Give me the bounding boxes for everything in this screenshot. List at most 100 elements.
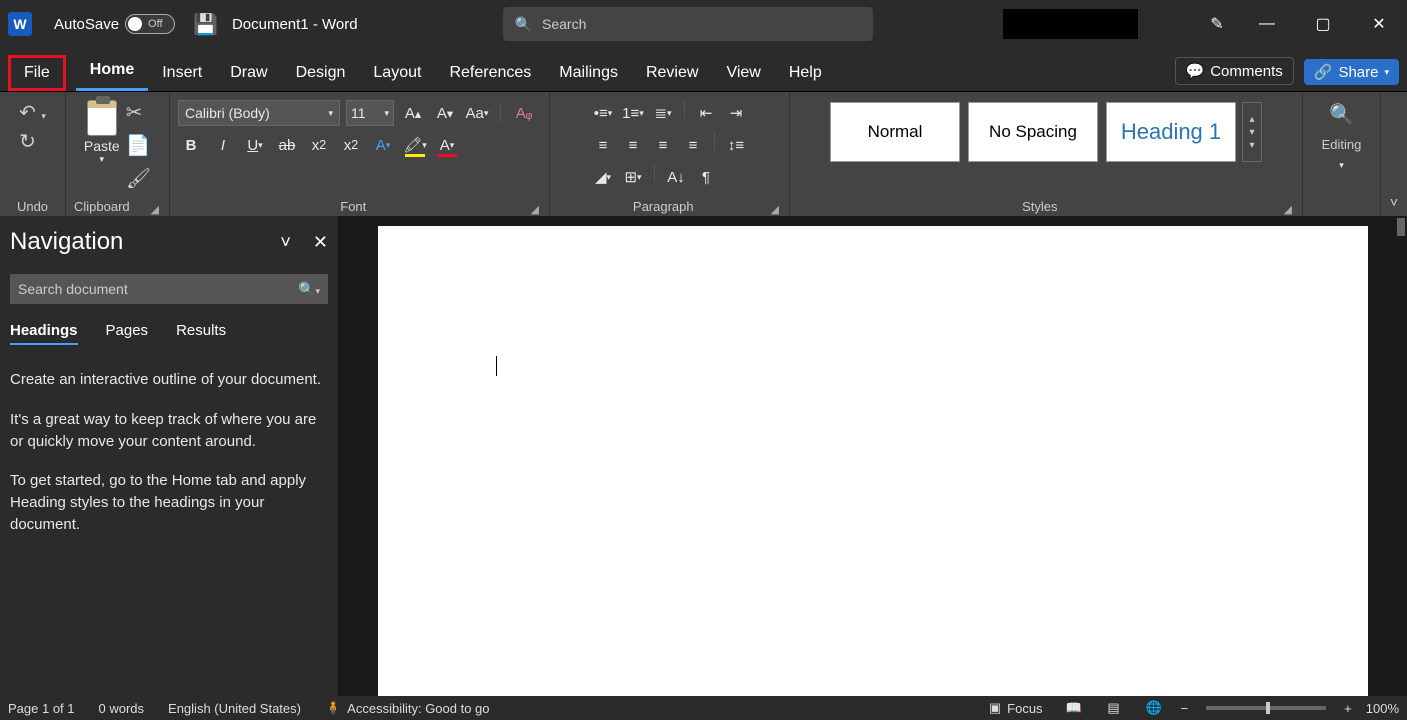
sort-button[interactable]: A↓: [663, 164, 689, 190]
tab-design[interactable]: Design: [282, 55, 360, 91]
borders-button[interactable]: ⊞▾: [620, 164, 646, 190]
tab-view[interactable]: View: [712, 55, 774, 91]
italic-button[interactable]: I: [210, 132, 236, 158]
group-font: Calibri (Body)▾ 11▾ A▴ A▾ Aa▾ Aᵩ B I U▾ …: [170, 92, 550, 216]
comments-button[interactable]: 💬 Comments: [1175, 57, 1294, 85]
collapse-ribbon-button[interactable]: ˅: [1381, 92, 1407, 216]
tab-file[interactable]: File: [8, 55, 66, 91]
paragraph-group-label: Paragraph: [633, 195, 694, 216]
font-launcher[interactable]: ◢: [529, 203, 541, 216]
navigation-pane: Navigation ˅ ✕ Search document 🔍▾ Headin…: [0, 216, 338, 696]
paragraph-launcher[interactable]: ◢: [769, 203, 781, 216]
align-center-button[interactable]: ≡: [620, 132, 646, 158]
styles-group-label: Styles: [1022, 195, 1057, 216]
justify-button[interactable]: ≡: [680, 132, 706, 158]
style-normal[interactable]: Normal: [830, 102, 960, 162]
redo-button[interactable]: ↻: [19, 129, 36, 154]
underline-button[interactable]: U▾: [242, 132, 268, 158]
chevron-down-icon[interactable]: ▾: [1339, 160, 1344, 171]
clear-formatting-button[interactable]: Aᵩ: [511, 100, 537, 126]
styles-scroll[interactable]: ▴▾▾: [1242, 102, 1262, 162]
nav-collapse-icon[interactable]: ˅: [280, 232, 291, 253]
increase-font-button[interactable]: A▴: [400, 100, 426, 126]
tab-review[interactable]: Review: [632, 55, 712, 91]
zoom-in-button[interactable]: +: [1344, 701, 1352, 716]
nav-search-box[interactable]: Search document 🔍▾: [10, 274, 328, 304]
font-group-label: Font: [340, 195, 366, 216]
style-no-spacing[interactable]: No Spacing: [968, 102, 1098, 162]
copy-button[interactable]: 📄: [126, 133, 151, 158]
page-canvas[interactable]: [378, 226, 1368, 696]
tab-mailings[interactable]: Mailings: [545, 55, 632, 91]
read-mode-button[interactable]: 📖: [1061, 700, 1087, 716]
ink-icon[interactable]: ✎: [1195, 0, 1239, 48]
strikethrough-button[interactable]: ab: [274, 132, 300, 158]
format-painter-button[interactable]: 🖌: [126, 166, 151, 191]
focus-mode-button[interactable]: ▣ Focus: [989, 700, 1043, 716]
zoom-slider[interactable]: [1206, 706, 1326, 710]
title-bar: W AutoSave Off 💾 Document1 - Word 🔍 Sear…: [0, 0, 1407, 48]
cut-button[interactable]: ✂: [126, 100, 151, 125]
navigation-title: Navigation: [10, 228, 123, 256]
scrollbar-thumb[interactable]: [1397, 218, 1405, 236]
decrease-indent-button[interactable]: ⇤: [693, 100, 719, 126]
line-spacing-button[interactable]: ↕≡: [723, 132, 749, 158]
superscript-button[interactable]: x2: [338, 132, 364, 158]
increase-indent-button[interactable]: ⇥: [723, 100, 749, 126]
font-size-select[interactable]: 11▾: [346, 100, 394, 126]
text-effects-button[interactable]: A▾: [370, 132, 396, 158]
save-icon[interactable]: 💾: [193, 12, 218, 37]
show-marks-button[interactable]: ¶: [693, 164, 719, 190]
undo-button[interactable]: ↶ ▾: [19, 100, 46, 125]
nav-tab-pages[interactable]: Pages: [106, 322, 149, 345]
share-button[interactable]: 🔗 Share ▾: [1304, 59, 1399, 85]
tab-draw[interactable]: Draw: [216, 55, 281, 91]
autosave-toggle[interactable]: Off: [125, 14, 175, 34]
bullets-button[interactable]: •≡▾: [590, 100, 616, 126]
highlight-button[interactable]: 🖍▾: [402, 132, 428, 158]
nav-close-icon[interactable]: ✕: [313, 232, 328, 253]
document-viewport[interactable]: [338, 216, 1407, 696]
tab-insert[interactable]: Insert: [148, 55, 216, 91]
zoom-level[interactable]: 100%: [1366, 701, 1399, 716]
search-box[interactable]: 🔍 Search: [503, 7, 873, 41]
align-left-button[interactable]: ≡: [590, 132, 616, 158]
status-page[interactable]: Page 1 of 1: [8, 701, 75, 716]
clipboard-launcher[interactable]: ◢: [149, 203, 161, 216]
bold-button[interactable]: B: [178, 132, 204, 158]
status-words[interactable]: 0 words: [99, 701, 145, 716]
print-layout-button[interactable]: ▤: [1101, 700, 1127, 716]
chevron-down-icon: ▾: [1384, 67, 1389, 78]
align-right-button[interactable]: ≡: [650, 132, 676, 158]
tab-help[interactable]: Help: [775, 55, 836, 91]
status-language[interactable]: English (United States): [168, 701, 301, 716]
tab-home[interactable]: Home: [76, 52, 148, 91]
tab-layout[interactable]: Layout: [359, 55, 435, 91]
paste-button[interactable]: Paste ▾: [84, 98, 120, 165]
status-accessibility[interactable]: 🧍 Accessibility: Good to go: [325, 700, 490, 716]
change-case-button[interactable]: Aa▾: [464, 100, 490, 126]
subscript-button[interactable]: x2: [306, 132, 332, 158]
close-button[interactable]: ✕: [1351, 0, 1407, 48]
font-color-button[interactable]: A▾: [434, 132, 460, 158]
multilist-button[interactable]: ≣▾: [650, 100, 676, 126]
autosave-state: Off: [148, 18, 162, 30]
maximize-button[interactable]: ▢: [1295, 0, 1351, 48]
decrease-font-button[interactable]: A▾: [432, 100, 458, 126]
tab-references[interactable]: References: [435, 55, 545, 91]
find-icon[interactable]: 🔍: [1329, 102, 1354, 127]
group-undo: ↶ ▾ ↻ Undo: [0, 92, 66, 216]
web-layout-button[interactable]: 🌐: [1141, 700, 1167, 716]
numbering-button[interactable]: 1≡▾: [620, 100, 646, 126]
font-name-select[interactable]: Calibri (Body)▾: [178, 100, 340, 126]
shading-button[interactable]: ◢▾: [590, 164, 616, 190]
styles-launcher[interactable]: ◢: [1282, 203, 1294, 216]
share-label: Share: [1338, 64, 1378, 81]
comments-label: Comments: [1210, 63, 1283, 80]
style-heading1[interactable]: Heading 1: [1106, 102, 1236, 162]
nav-tab-results[interactable]: Results: [176, 322, 226, 345]
nav-search-placeholder: Search document: [18, 281, 128, 297]
minimize-button[interactable]: —: [1239, 0, 1295, 48]
zoom-out-button[interactable]: −: [1181, 701, 1189, 716]
nav-tab-headings[interactable]: Headings: [10, 322, 78, 345]
